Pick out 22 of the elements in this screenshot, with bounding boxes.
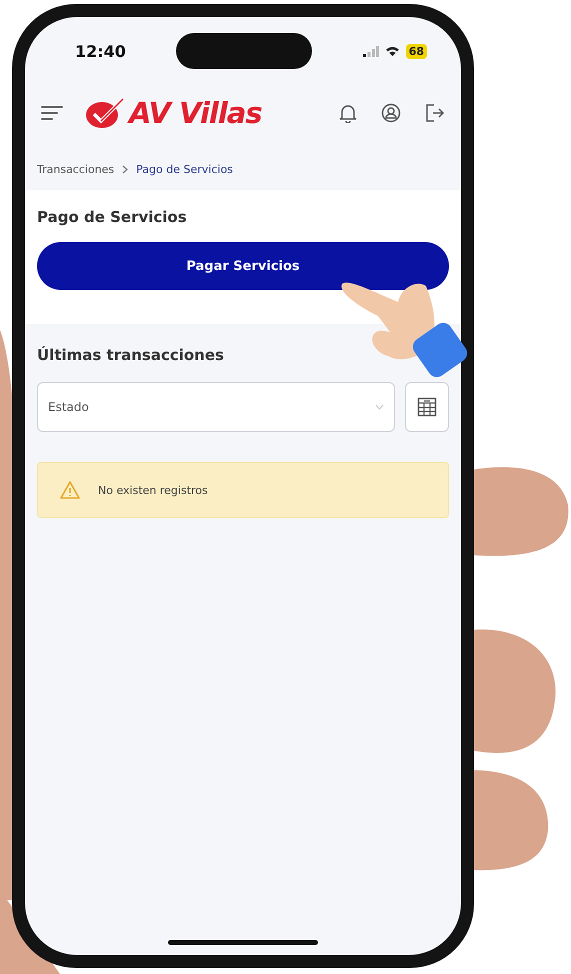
breadcrumb-link[interactable]: Pago de Servicios (136, 163, 233, 176)
status-dropdown[interactable]: Estado (37, 382, 395, 432)
empty-message: No existen registros (98, 484, 208, 496)
logout-icon[interactable] (425, 103, 445, 123)
chevron-right-icon (122, 165, 128, 174)
checkmark-logo-icon (85, 97, 125, 129)
wifi-icon (384, 46, 400, 56)
calendar-button[interactable] (405, 382, 449, 432)
brand-logo: AV Villas (129, 96, 262, 130)
breadcrumb-link[interactable]: Transacciones (37, 163, 114, 176)
section-title: Pago de Servicios (37, 208, 188, 226)
menu-icon[interactable] (41, 105, 63, 121)
pay-services-button[interactable]: Pagar Servicios (37, 242, 449, 290)
warning-icon (60, 481, 80, 499)
calendar-icon (417, 397, 437, 417)
section-title: Últimas transacciones (37, 346, 225, 364)
bell-icon[interactable] (339, 103, 357, 123)
user-icon[interactable] (381, 103, 401, 123)
battery-level: 68 (406, 44, 427, 58)
status-time: 12:40 (75, 42, 126, 60)
signal-icon (362, 46, 379, 56)
chevron-down-icon (375, 404, 384, 410)
